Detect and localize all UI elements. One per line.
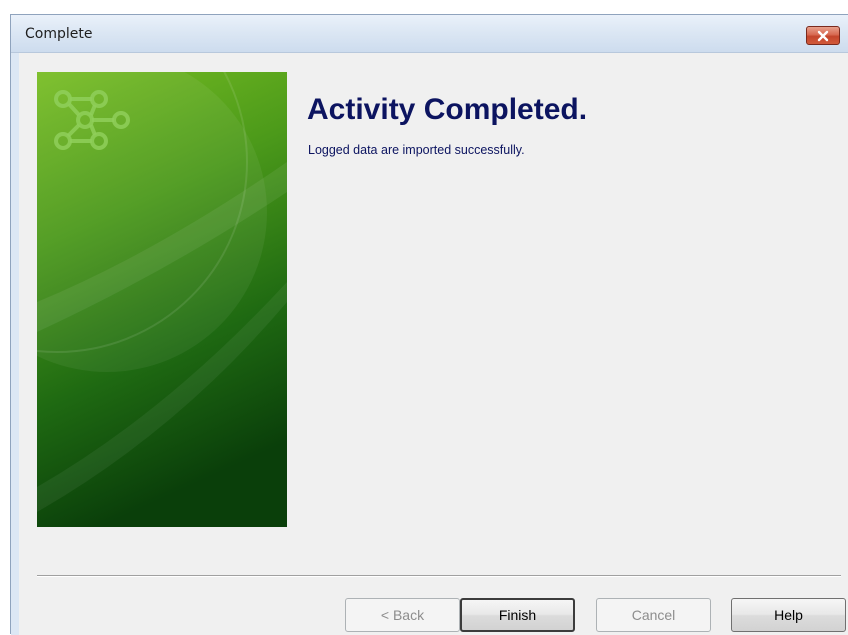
cancel-button[interactable]: Cancel [596, 598, 711, 632]
finish-button[interactable]: Finish [460, 598, 575, 632]
wizard-banner-image [37, 72, 287, 527]
wizard-window: Complete Activity Completed. Logged data… [10, 14, 848, 635]
close-button[interactable] [806, 26, 840, 45]
window-title: Complete [25, 26, 93, 42]
status-message: Logged data are imported successfully. [308, 143, 525, 157]
back-button[interactable]: < Back [345, 598, 460, 632]
page-heading: Activity Completed. [307, 93, 588, 126]
close-icon [817, 30, 829, 41]
footer-separator [37, 575, 841, 577]
wizard-content: Activity Completed. Logged data are impo… [11, 53, 848, 635]
help-button[interactable]: Help [731, 598, 846, 632]
title-bar[interactable]: Complete [11, 15, 848, 53]
